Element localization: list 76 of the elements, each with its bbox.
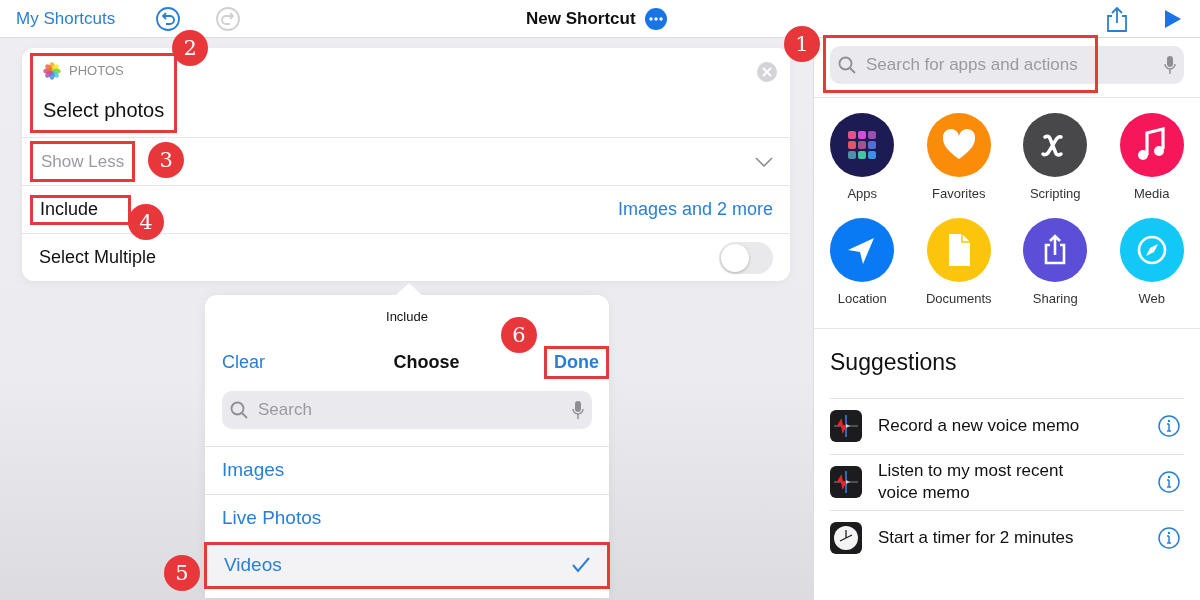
category-label: Apps	[847, 185, 878, 203]
popover-header: Include	[385, 308, 429, 326]
clear-button[interactable]: Clear	[222, 349, 265, 376]
category-item[interactable]: Location	[814, 217, 911, 308]
category-item[interactable]: Media	[1103, 113, 1200, 204]
search-icon	[838, 56, 856, 74]
option-row[interactable]: Live Photos	[205, 493, 609, 542]
option-label: Live Photos	[222, 505, 322, 530]
share-icon[interactable]	[1106, 5, 1128, 32]
suggestion-row[interactable]: Record a new voice memo	[830, 397, 1184, 454]
category-item[interactable]: Web	[1103, 217, 1200, 308]
search-icon	[230, 400, 248, 419]
category-item[interactable]: Documents	[910, 217, 1007, 308]
category-label: Media	[1134, 185, 1170, 203]
category-label: Scripting	[1029, 185, 1081, 203]
more-icon[interactable]	[643, 6, 668, 31]
popover-title: Choose	[393, 351, 460, 374]
scripting-icon	[1023, 113, 1088, 177]
info-icon[interactable]	[1158, 471, 1180, 493]
redo-icon	[215, 5, 242, 32]
callout-number: 4	[128, 203, 165, 240]
play-icon[interactable]	[1164, 8, 1182, 29]
chevron-down-icon[interactable]	[755, 156, 773, 167]
documents-icon	[926, 217, 991, 282]
suggestion-label: Listen to my most recent voice memo	[878, 460, 1065, 504]
search-field[interactable]: Search	[256, 395, 564, 424]
voice-memo-icon	[830, 410, 862, 442]
include-value-link[interactable]: Images and 2 more	[617, 196, 773, 223]
apps-icon	[830, 113, 895, 177]
search-field[interactable]: Search for apps and actions	[864, 51, 1156, 79]
photos-app-icon	[43, 61, 61, 80]
clock-app-icon	[830, 522, 862, 554]
favorites-icon	[926, 113, 991, 177]
suggestion-row[interactable]: Listen to my most recent voice memo	[830, 453, 1184, 510]
microphone-icon[interactable]	[1164, 55, 1176, 75]
info-icon[interactable]	[1158, 415, 1180, 437]
back-link[interactable]: My Shortcuts	[16, 5, 116, 32]
app-label: PHOTOS	[69, 62, 124, 80]
web-icon	[1119, 217, 1184, 282]
suggestion-label: Record a new voice memo	[878, 415, 1081, 437]
category-label: Documents	[925, 289, 992, 308]
info-icon[interactable]	[1158, 527, 1180, 549]
category-label: Sharing	[1032, 289, 1078, 308]
action-title: Select photos	[43, 97, 165, 123]
category-label: Location	[837, 289, 887, 308]
callout-number: 3	[148, 141, 185, 178]
suggestion-row[interactable]: Start a timer for 2 minutes	[830, 509, 1184, 566]
microphone-icon[interactable]	[572, 399, 584, 420]
done-button[interactable]: Done	[547, 349, 606, 376]
category-item[interactable]: Scripting	[1007, 113, 1104, 204]
category-item[interactable]: Favorites	[910, 113, 1007, 204]
select-multiple-label: Select Multiple	[39, 246, 157, 269]
category-item[interactable]: Sharing	[1007, 217, 1104, 308]
sharing-icon	[1023, 217, 1088, 282]
category-item[interactable]: Apps	[814, 113, 911, 204]
voice-memo-icon	[830, 466, 862, 498]
option-row[interactable]: Videos	[207, 544, 607, 586]
option-row[interactable]: Images	[205, 445, 609, 494]
window-title: New Shortcut	[526, 7, 636, 30]
location-icon	[830, 217, 895, 282]
category-label: Favorites	[932, 185, 986, 203]
option-label: Images	[222, 457, 285, 482]
search-bar[interactable]: Search for apps and actions	[830, 46, 1184, 84]
category-label: Web	[1138, 289, 1165, 308]
suggestion-label: Start a timer for 2 minutes	[878, 527, 1075, 549]
media-icon	[1119, 113, 1184, 177]
select-multiple-toggle[interactable]	[719, 241, 773, 274]
section-heading: Suggestions	[830, 348, 958, 377]
callout-number: 2	[172, 30, 209, 66]
search-bar[interactable]: Search	[222, 390, 592, 429]
undo-icon[interactable]	[155, 5, 182, 32]
option-label: Videos	[224, 552, 282, 577]
include-label: Include	[39, 198, 100, 220]
checkmark-icon	[572, 557, 590, 573]
callout-number: 5	[164, 554, 200, 591]
callout-number: 6	[501, 317, 537, 353]
